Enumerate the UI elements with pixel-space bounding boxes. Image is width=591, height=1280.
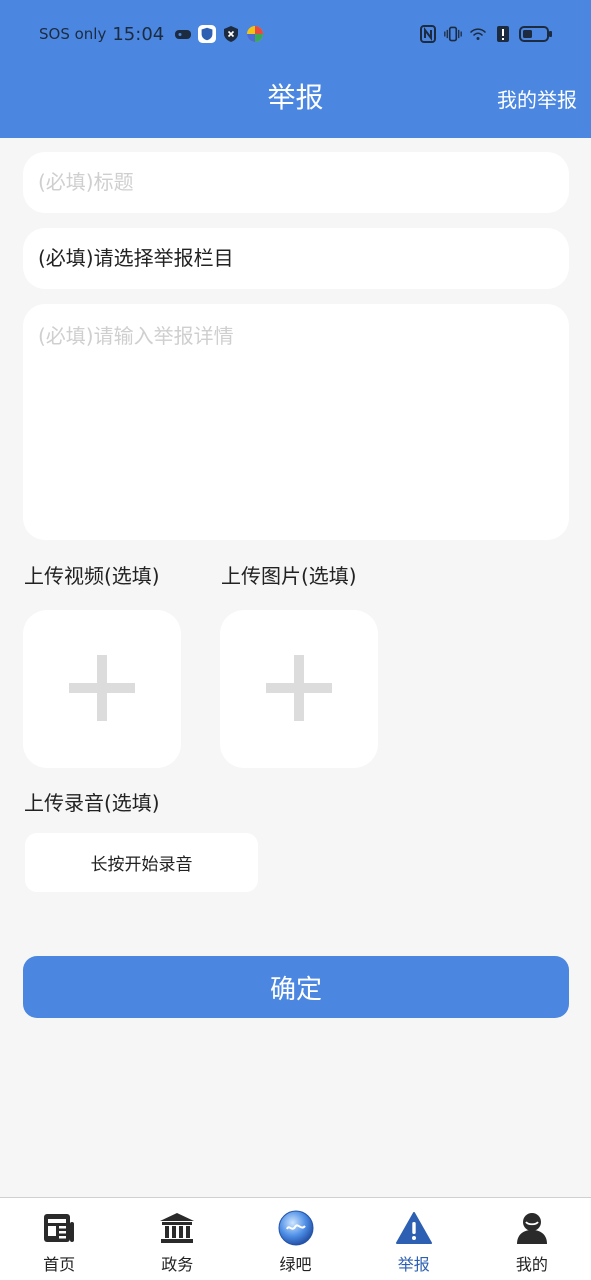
upload-image-label: 上传图片(选填): [221, 564, 357, 588]
upload-video-button[interactable]: [23, 610, 181, 768]
game-controller-icon: [174, 25, 192, 43]
wifi-icon: [469, 25, 487, 43]
news-icon: [41, 1210, 77, 1246]
clock: 15:04: [112, 23, 165, 45]
security-icon: [222, 25, 240, 43]
warning-icon: [395, 1210, 432, 1246]
app-header: SOS only 15:04 举报 我的举报: [0, 0, 591, 138]
nav-label-mine: 我的: [515, 1255, 548, 1274]
lvba-logo-icon: [278, 1210, 314, 1246]
colorful-app-icon: [246, 25, 264, 43]
battery-icon: [519, 25, 553, 43]
shield-app-icon: [198, 25, 217, 43]
user-icon: [514, 1210, 550, 1246]
nav-item-mine[interactable]: 我的: [473, 1198, 591, 1280]
upload-video-label: 上传视频(选填): [24, 564, 160, 588]
category-select[interactable]: (必填)请选择举报栏目: [23, 228, 569, 289]
detail-textarea[interactable]: (必填)请输入举报详情: [23, 304, 569, 540]
confirm-button[interactable]: 确定: [23, 956, 569, 1018]
upload-audio-label: 上传录音(选填): [24, 791, 160, 815]
nav-item-government[interactable]: 政务: [118, 1198, 236, 1280]
alert-icon: [494, 25, 512, 43]
record-audio-button[interactable]: 长按开始录音: [25, 833, 258, 892]
vibrate-icon: [444, 25, 462, 43]
nav-label-government: 政务: [161, 1255, 194, 1274]
bottom-nav: 首页 政务 绿吧 举报 我的: [0, 1197, 591, 1280]
sos-status: SOS only: [39, 25, 107, 43]
nav-label-lvba: 绿吧: [279, 1255, 312, 1274]
my-reports-link[interactable]: 我的举报: [497, 84, 577, 113]
nav-item-lvba[interactable]: 绿吧: [236, 1198, 354, 1280]
nav-item-report[interactable]: 举报: [355, 1198, 473, 1280]
government-building-icon: [159, 1210, 195, 1246]
status-bar: SOS only 15:04: [0, 18, 591, 50]
upload-image-button[interactable]: [220, 610, 378, 768]
nav-item-home[interactable]: 首页: [0, 1198, 118, 1280]
nfc-icon: [419, 25, 437, 43]
title-input[interactable]: (必填)标题: [23, 152, 569, 213]
nav-label-report: 举报: [397, 1255, 430, 1274]
nav-label-home: 首页: [43, 1255, 76, 1274]
